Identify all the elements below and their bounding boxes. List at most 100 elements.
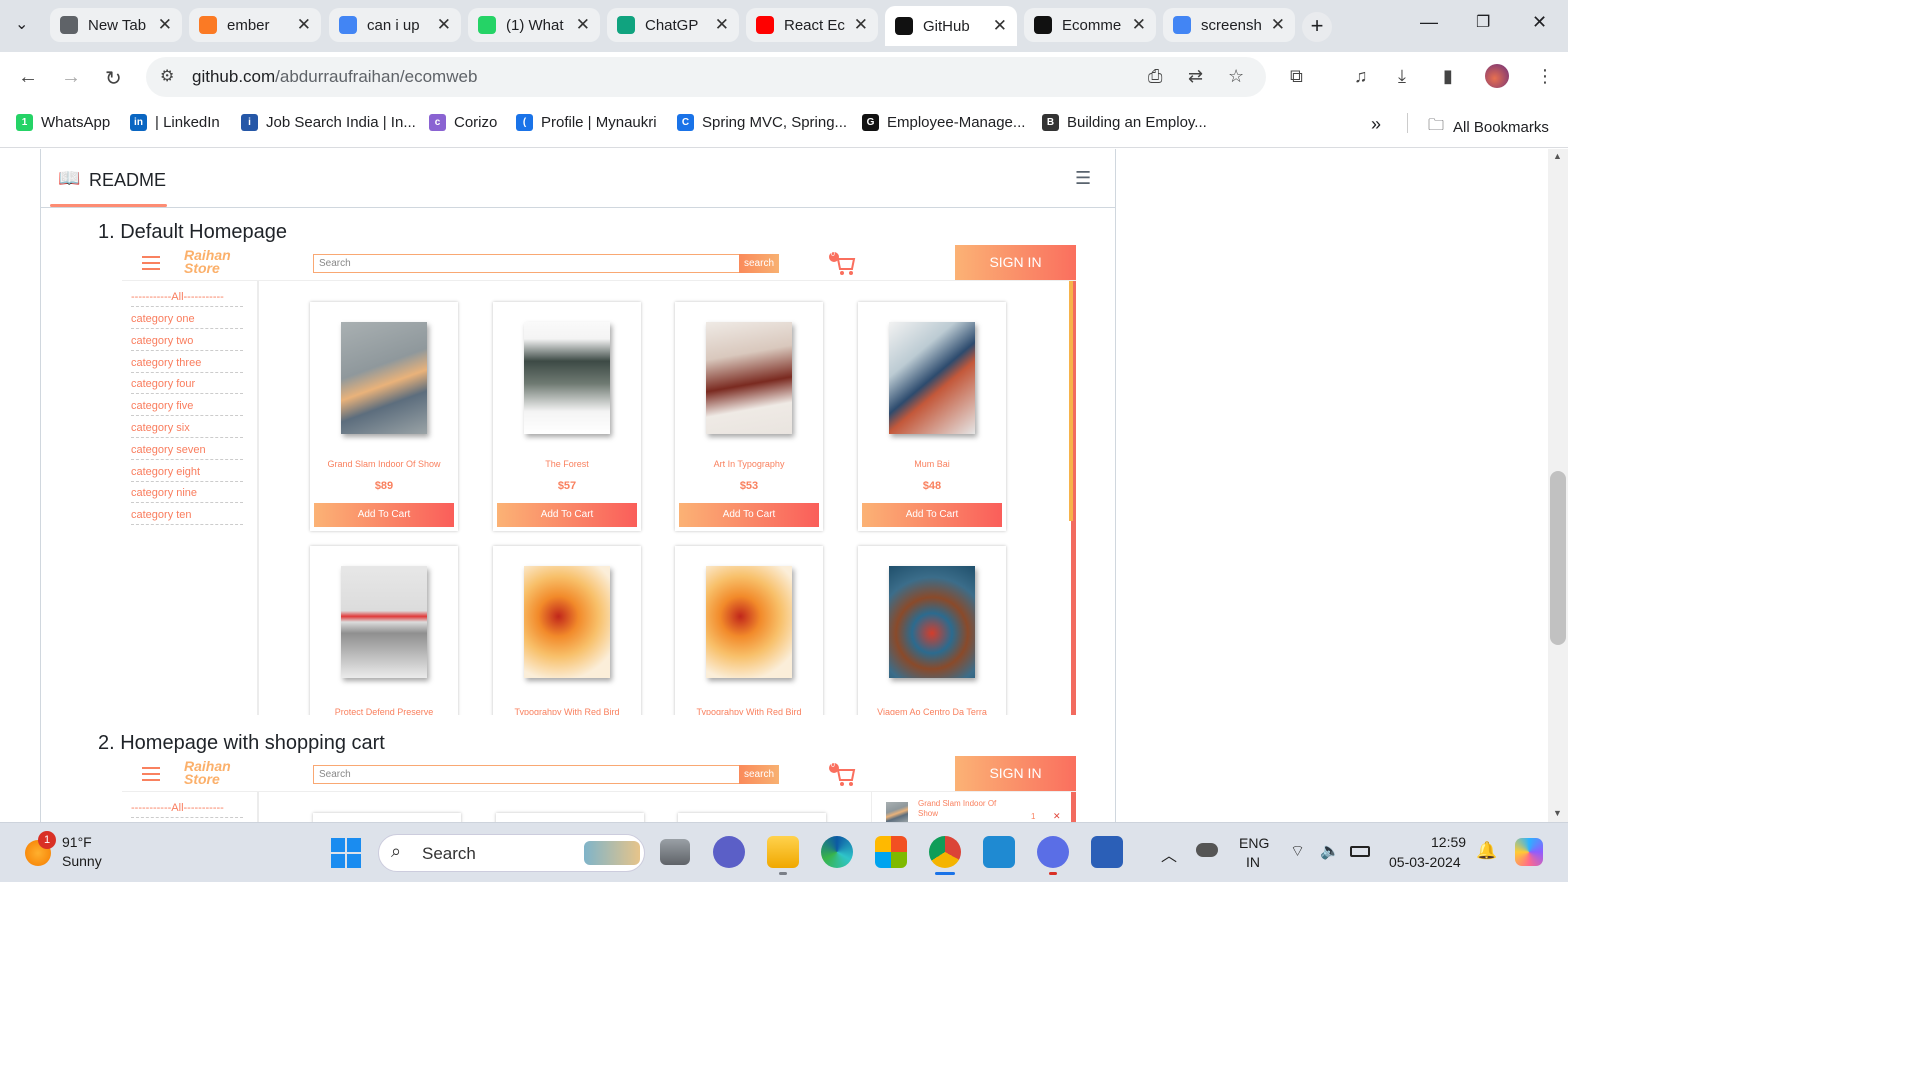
new-tab-button[interactable]: +: [1302, 12, 1332, 42]
product-cover-image[interactable]: [341, 322, 427, 434]
lang-code[interactable]: ENG: [1239, 835, 1269, 851]
scroll-up-arrow[interactable]: ▲: [1553, 151, 1562, 161]
product-cover-image[interactable]: [524, 566, 610, 678]
close-tab-icon[interactable]: ✕: [437, 15, 451, 35]
category-all[interactable]: -----------All-----------: [131, 802, 243, 818]
store-search-button[interactable]: search: [739, 254, 779, 273]
product-cover-image[interactable]: [341, 566, 427, 678]
menu-kebab-icon[interactable]: ⋮: [1536, 66, 1554, 87]
cart-icon[interactable]: 0: [827, 761, 857, 787]
store-logo[interactable]: Raihan Store: [184, 759, 231, 786]
onedrive-icon[interactable]: [1196, 843, 1218, 857]
tab-8[interactable]: Ecomme ✕: [1024, 8, 1156, 42]
category-item[interactable]: category four: [131, 378, 243, 395]
add-to-cart-button[interactable]: Add To Cart: [497, 503, 637, 527]
install-app-icon[interactable]: ⎙: [1148, 66, 1162, 87]
store-icon[interactable]: [875, 836, 907, 868]
bookmark-item[interactable]: 1 WhatsApp: [16, 114, 110, 131]
bookmark-item[interactable]: (Profile | Mynaukri: [516, 114, 657, 131]
copilot-icon[interactable]: [1515, 838, 1543, 866]
tab-2[interactable]: ember ✕: [189, 8, 321, 42]
store-logo[interactable]: Raihan Store: [184, 248, 231, 275]
battery-icon[interactable]: [1350, 846, 1370, 857]
close-tab-icon[interactable]: ✕: [158, 15, 172, 35]
forward-icon[interactable]: →: [61, 66, 81, 89]
product-cover-image[interactable]: [706, 322, 792, 434]
notification-bell-icon[interactable]: 🔔: [1476, 841, 1497, 861]
close-tab-icon[interactable]: ✕: [854, 15, 868, 35]
category-all[interactable]: -----------All-----------: [131, 291, 243, 307]
close-window-icon[interactable]: ✕: [1532, 12, 1547, 33]
remove-item-icon[interactable]: ✕: [1053, 811, 1061, 822]
product-name[interactable]: The Forest: [493, 459, 641, 469]
category-item[interactable]: category ten: [131, 509, 243, 526]
product-name[interactable]: Art In Typography: [675, 459, 823, 469]
store-inner-scrollbar[interactable]: [1069, 281, 1073, 521]
clock-date[interactable]: 05-03-2024: [1389, 854, 1461, 870]
product-name[interactable]: Grand Slam Indoor Of Show: [310, 459, 458, 469]
close-tab-icon[interactable]: ✕: [1132, 15, 1146, 35]
meet-video-icon[interactable]: [713, 836, 745, 868]
file-explorer-icon[interactable]: [767, 836, 799, 868]
store-search-input[interactable]: Search: [313, 254, 740, 273]
restore-icon[interactable]: ❐: [1476, 12, 1490, 32]
back-icon[interactable]: ←: [18, 66, 38, 89]
media-control-icon[interactable]: ♫: [1354, 66, 1368, 87]
sign-in-button[interactable]: SIGN IN: [955, 245, 1076, 280]
taskbar-search[interactable]: ⌕ Search: [378, 834, 645, 872]
bookmark-item[interactable]: i Job Search India | In...: [241, 114, 416, 131]
dev-app-icon[interactable]: [1037, 836, 1069, 868]
side-panel-icon[interactable]: ▮: [1443, 66, 1453, 87]
volume-icon[interactable]: 🔈: [1320, 841, 1340, 861]
tab-search-button[interactable]: ⌄: [15, 14, 28, 34]
weather-temp[interactable]: 91°F: [62, 834, 92, 850]
category-item[interactable]: category seven: [131, 444, 243, 460]
readme-tab[interactable]: README: [89, 170, 166, 191]
tab-4[interactable]: (1) What ✕: [468, 8, 600, 42]
product-cover-image[interactable]: [706, 566, 792, 678]
product-name[interactable]: Viagem Ao Centro Da Terra: [858, 707, 1006, 715]
wifi-icon[interactable]: ⌔: [1290, 841, 1305, 861]
store-search-button[interactable]: search: [739, 765, 779, 784]
bookmark-item[interactable]: B Building an Employ...: [1042, 114, 1207, 131]
sign-in-button[interactable]: SIGN IN: [955, 756, 1076, 791]
bookmark-item[interactable]: C Spring MVC, Spring...: [677, 114, 847, 131]
extensions-icon[interactable]: ⧉: [1290, 66, 1303, 87]
category-item[interactable]: category five: [131, 400, 243, 417]
word-icon[interactable]: [1091, 836, 1123, 868]
category-item[interactable]: category six: [131, 422, 243, 438]
edge-icon[interactable]: [821, 836, 853, 868]
page-scrollbar-thumb[interactable]: [1550, 471, 1566, 645]
add-to-cart-button[interactable]: Add To Cart: [862, 503, 1002, 527]
profile-avatar[interactable]: [1485, 64, 1509, 88]
category-item[interactable]: category two: [131, 335, 243, 351]
product-name[interactable]: Typograhpy With Red Bird: [493, 707, 641, 715]
reload-icon[interactable]: ↻: [105, 66, 122, 91]
close-tab-icon[interactable]: ✕: [576, 15, 590, 35]
close-tab-icon[interactable]: ✕: [1271, 15, 1285, 35]
hamburger-menu-icon[interactable]: [142, 767, 160, 781]
bookmarks-overflow-icon[interactable]: »: [1371, 114, 1381, 135]
task-view-icon[interactable]: [660, 839, 690, 865]
product-cover-image[interactable]: [889, 566, 975, 678]
url-text[interactable]: github.com/abdurraufraihan/ecomweb: [192, 67, 477, 87]
cart-icon[interactable]: 0: [827, 250, 857, 276]
add-to-cart-button[interactable]: Add To Cart: [679, 503, 819, 527]
downloads-icon[interactable]: ⤓: [1398, 66, 1406, 87]
tab-7[interactable]: GitHub ✕: [885, 6, 1017, 46]
close-tab-icon[interactable]: ✕: [297, 15, 311, 35]
close-tab-icon[interactable]: ✕: [715, 15, 729, 35]
clock-time[interactable]: 12:59: [1431, 834, 1466, 850]
all-bookmarks[interactable]: 🗀 All Bookmarks: [1428, 114, 1549, 141]
outline-list-icon[interactable]: ☰: [1075, 168, 1091, 189]
category-item[interactable]: category nine: [131, 487, 243, 504]
category-item[interactable]: category eight: [131, 466, 243, 482]
bookmark-item[interactable]: G Employee-Manage...: [862, 114, 1025, 131]
tab-1[interactable]: New Tab ✕: [50, 8, 182, 42]
tab-5[interactable]: ChatGP ✕: [607, 8, 739, 42]
close-tab-icon[interactable]: ✕: [993, 16, 1007, 36]
add-to-cart-button[interactable]: Add To Cart: [314, 503, 454, 527]
translate-icon[interactable]: ⇄: [1188, 66, 1203, 87]
tray-chevron-icon[interactable]: ︿: [1161, 842, 1177, 866]
bookmark-star-icon[interactable]: ☆: [1228, 66, 1244, 87]
